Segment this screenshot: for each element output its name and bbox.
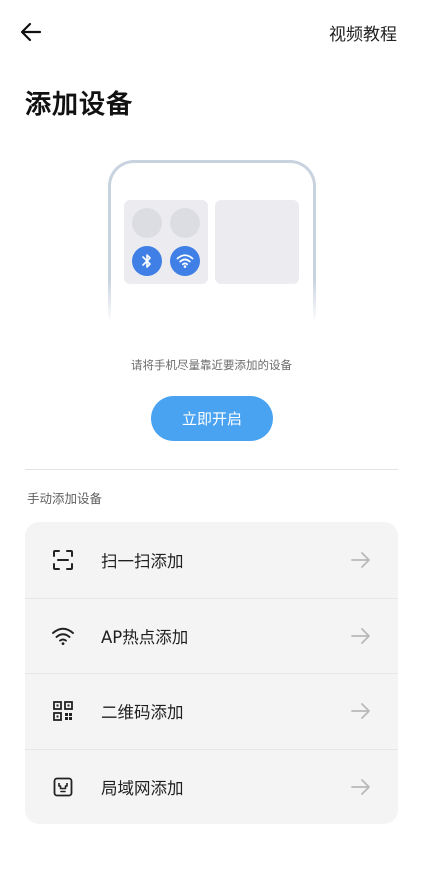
wifi-icon <box>51 624 75 648</box>
list-item-scan-add[interactable]: 扫一扫添加 <box>25 522 398 598</box>
arrow-left-icon <box>20 22 42 42</box>
manual-add-list: 扫一扫添加 AP热点添加 二维码添加 局域网添加 <box>25 522 398 824</box>
list-item-label: 二维码添加 <box>101 703 184 723</box>
quick-settings-panel <box>124 200 208 284</box>
video-tutorial-link[interactable]: 视频教程 <box>329 20 397 45</box>
list-item-ap-hotspot-add[interactable]: AP热点添加 <box>25 597 398 674</box>
list-item-label: 局域网添加 <box>101 778 184 798</box>
manual-add-section-label: 手动添加设备 <box>27 491 103 506</box>
list-item-lan-add[interactable]: 局域网添加 <box>25 748 398 825</box>
list-item-label: 扫一扫添加 <box>101 551 184 571</box>
wifi-toggle <box>170 246 200 276</box>
wifi-icon <box>176 254 194 268</box>
phone-illustration <box>104 160 320 330</box>
arrow-right-icon <box>350 776 372 798</box>
back-button[interactable] <box>14 16 48 48</box>
lan-port-icon <box>51 775 75 799</box>
arrow-right-icon <box>350 625 372 647</box>
qr-code-icon <box>51 699 75 723</box>
list-item-label: AP热点添加 <box>101 627 189 647</box>
bluetooth-icon <box>142 254 151 268</box>
placeholder-toggle <box>132 208 162 238</box>
arrow-right-icon <box>350 700 372 722</box>
enable-now-button[interactable]: 立即开启 <box>151 396 273 441</box>
scan-icon <box>51 548 75 572</box>
arrow-right-icon <box>350 549 372 571</box>
placeholder-panel <box>215 200 299 284</box>
page-title: 添加设备 <box>25 90 134 120</box>
add-device-page: 视频教程 添加设备 请将手机尽量靠近要添加的设备 立即开启 手动添加设备 扫一扫… <box>0 0 423 883</box>
divider <box>25 469 398 470</box>
bluetooth-toggle <box>132 246 162 276</box>
proximity-hint: 请将手机尽量靠近要添加的设备 <box>131 358 292 372</box>
placeholder-toggle <box>170 208 200 238</box>
list-item-qr-code-add[interactable]: 二维码添加 <box>25 673 398 749</box>
